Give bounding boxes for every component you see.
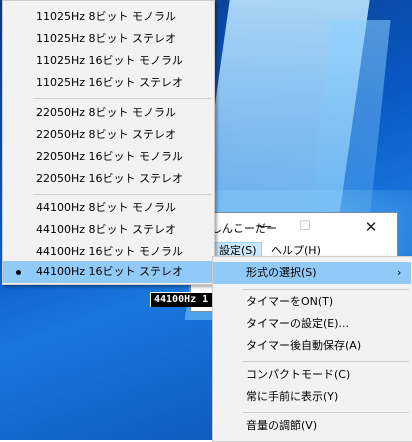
timer-settings-label: タイマーの設定(E)... xyxy=(246,317,350,330)
format-item[interactable]: 11025Hz 8ビット ステレオ xyxy=(3,28,212,50)
format-item-label: 44100Hz 8ビット ステレオ xyxy=(36,223,177,236)
maximize-button[interactable]: ☐ xyxy=(285,215,325,239)
format-item[interactable]: 44100Hz 16ビット モノラル xyxy=(3,241,212,263)
format-item-label: 22050Hz 16ビット ステレオ xyxy=(36,172,184,185)
submenu-arrow-icon: › xyxy=(397,266,402,279)
format-submenu: 11025Hz 8ビット モノラル 11025Hz 8ビット ステレオ 1102… xyxy=(2,0,215,285)
format-item[interactable]: 22050Hz 8ビット ステレオ xyxy=(3,124,212,146)
format-item-label: 22050Hz 8ビット モノラル xyxy=(36,106,177,119)
format-item-label: 11025Hz 16ビット ステレオ xyxy=(36,76,184,89)
format-item[interactable]: 44100Hz 8ビット モノラル xyxy=(3,197,212,219)
menu-separator xyxy=(243,361,409,362)
always-on-top-item[interactable]: 常に手前に表示(Y) xyxy=(213,386,411,408)
volume-item[interactable]: 音量の調節(V) xyxy=(213,415,411,437)
menu-separator xyxy=(243,412,409,413)
radio-bullet-icon xyxy=(16,270,21,275)
format-display-text: 44100Hz 1 xyxy=(154,294,209,305)
format-item[interactable]: 44100Hz 8ビット ステレオ xyxy=(3,219,212,241)
format-item-label: 44100Hz 16ビット ステレオ xyxy=(36,265,184,278)
title-bar[interactable]: しんこーだー — ☐ ✕ xyxy=(191,213,397,241)
format-item[interactable]: 22050Hz 16ビット モノラル xyxy=(3,146,212,168)
format-item[interactable]: 11025Hz 8ビット モノラル xyxy=(3,6,212,28)
timer-on-item[interactable]: タイマーをON(T) xyxy=(213,291,411,313)
format-item-label: 22050Hz 8ビット ステレオ xyxy=(36,128,177,141)
compact-mode-label: コンパクトモード(C) xyxy=(246,368,351,381)
menu-separator xyxy=(33,98,211,99)
format-item[interactable]: 22050Hz 16ビット ステレオ xyxy=(3,168,212,190)
format-display: 44100Hz 1 xyxy=(150,292,213,307)
format-item-label: 11025Hz 16ビット モノラル xyxy=(36,54,184,67)
format-item[interactable]: 11025Hz 16ビット ステレオ xyxy=(3,72,212,94)
format-item-label: 44100Hz 8ビット モノラル xyxy=(36,201,177,214)
compact-mode-item[interactable]: コンパクトモード(C) xyxy=(213,364,411,386)
format-item[interactable]: 22050Hz 8ビット モノラル xyxy=(3,102,212,124)
format-item-label: 11025Hz 8ビット モノラル xyxy=(36,10,177,23)
close-button[interactable]: ✕ xyxy=(351,215,391,239)
format-item-label: 44100Hz 16ビット モノラル xyxy=(36,245,184,258)
format-select-item[interactable]: 形式の選択(S) › xyxy=(213,262,411,284)
format-select-label: 形式の選択(S) xyxy=(246,266,317,279)
format-item-label: 22050Hz 16ビット モノラル xyxy=(36,150,184,163)
timer-autosave-item[interactable]: タイマー後自動保存(A) xyxy=(213,335,411,357)
menu-separator xyxy=(243,289,409,290)
timer-on-label: タイマーをON(T) xyxy=(246,295,334,308)
volume-label: 音量の調節(V) xyxy=(246,419,318,432)
format-item-selected[interactable]: 44100Hz 16ビット ステレオ xyxy=(3,261,212,283)
always-on-top-label: 常に手前に表示(Y) xyxy=(246,390,339,403)
format-item[interactable]: 11025Hz 16ビット モノラル xyxy=(3,50,212,72)
menu-separator xyxy=(33,194,211,195)
timer-settings-item[interactable]: タイマーの設定(E)... xyxy=(213,313,411,335)
settings-menu: 形式の選択(S) › タイマーをON(T) タイマーの設定(E)... タイマー… xyxy=(212,256,412,442)
format-item-label: 11025Hz 8ビット ステレオ xyxy=(36,32,177,45)
minimize-button[interactable]: — xyxy=(245,215,285,239)
timer-autosave-label: タイマー後自動保存(A) xyxy=(246,339,362,352)
